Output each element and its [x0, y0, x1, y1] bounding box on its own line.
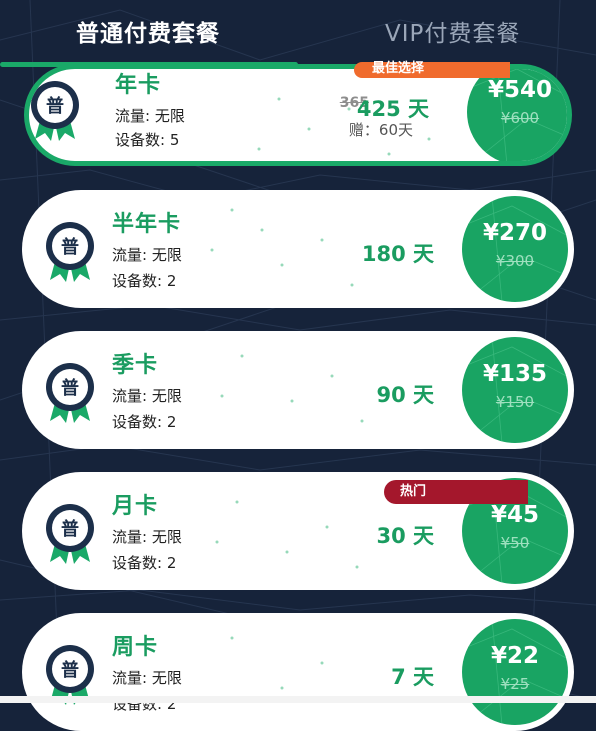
traffic-spec: 流量: 无限 [112, 387, 182, 405]
traffic-spec: 流量: 无限 [112, 669, 182, 687]
plan-name: 半年卡 [112, 212, 182, 237]
plan-card-annual[interactable]: 普 年卡 流量: 无限 设备数: 5 365 425 天 赠：60天 ¥540 … [24, 64, 572, 166]
devices-spec: 设备数: 2 [112, 554, 177, 572]
plan-tabs: 普通付费套餐 VIP付费套餐 [0, 0, 596, 68]
plan-name: 月卡 [112, 494, 159, 519]
plan-name: 周卡 [112, 635, 159, 660]
original-price: ¥600 [500, 109, 540, 127]
original-price: ¥25 [500, 675, 530, 693]
standard-badge-icon: 普 [42, 359, 98, 425]
price: ¥270 [482, 220, 547, 246]
traffic-spec: 流量: 无限 [112, 246, 182, 264]
price: ¥540 [487, 77, 552, 103]
traffic-spec: 流量: 无限 [112, 528, 182, 546]
devices-spec: 设备数: 2 [112, 413, 177, 431]
devices-spec: 设备数: 5 [115, 131, 180, 149]
badge-label: 普 [61, 659, 79, 681]
devices-spec: 设备数: 2 [112, 272, 177, 290]
plan-days: 180 天 [361, 242, 434, 266]
standard-badge-icon: 普 [29, 77, 83, 143]
original-price: ¥300 [495, 252, 535, 270]
plan-card-quarter[interactable]: 普 季卡 流量: 无限 设备数: 2 90 天 ¥135 ¥150 [22, 331, 574, 449]
tab-standard-plans[interactable]: 普通付费套餐 [76, 14, 220, 54]
bottom-edge [0, 696, 596, 703]
original-price: ¥50 [500, 534, 530, 552]
plan-name: 年卡 [115, 73, 162, 98]
price: ¥45 [490, 502, 539, 528]
price-circle: ¥270 ¥300 [462, 196, 568, 302]
standard-badge-icon: 普 [42, 218, 98, 284]
active-tab-indicator [0, 62, 298, 67]
badge-label: 普 [61, 236, 79, 258]
traffic-spec: 流量: 无限 [115, 107, 185, 125]
plan-days: 30 天 [376, 524, 434, 548]
price-circle: ¥22 ¥25 [462, 619, 568, 725]
plan-card-week[interactable]: 普 周卡 流量: 无限 设备数: 2 7 天 ¥22 ¥25 [22, 613, 574, 731]
plan-days: 90 天 [376, 383, 434, 407]
plan-days: 7 天 [391, 665, 434, 689]
tab-vip-plans[interactable]: VIP付费套餐 [385, 14, 520, 54]
price: ¥22 [490, 643, 539, 669]
plan-name: 季卡 [112, 353, 159, 378]
price: ¥135 [482, 361, 547, 387]
price-circle: ¥540 ¥600 [467, 69, 567, 161]
badge-label: 普 [46, 95, 64, 117]
original-price: ¥150 [495, 393, 535, 411]
price-circle: ¥135 ¥150 [462, 337, 568, 443]
hot-ribbon: 热门 [384, 480, 528, 504]
badge-label: 普 [61, 377, 79, 399]
bonus-days: 赠：60天 [348, 121, 413, 139]
plan-card-half-year[interactable]: 普 半年卡 流量: 无限 设备数: 2 180 天 ¥270 ¥300 [22, 190, 574, 308]
badge-label: 普 [61, 518, 79, 540]
standard-badge-icon: 普 [42, 500, 98, 566]
